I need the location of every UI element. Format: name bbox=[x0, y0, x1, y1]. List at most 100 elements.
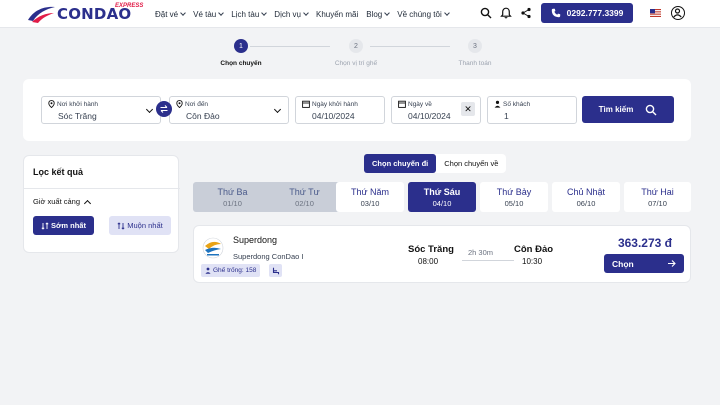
chevron-down-icon bbox=[145, 105, 154, 114]
logo-express-text: EXPRESS bbox=[115, 2, 144, 9]
close-icon: ✕ bbox=[464, 103, 472, 114]
search-button[interactable]: Tìm kiếm bbox=[582, 96, 674, 123]
passenger-value: 1 bbox=[504, 111, 509, 121]
search-button-label: Tìm kiếm bbox=[598, 105, 634, 114]
departure-time-group-toggle[interactable]: Giờ xuất cảng bbox=[33, 197, 92, 207]
step-1-circle: 1 bbox=[234, 39, 248, 53]
date-tab-date: 01/10 bbox=[223, 198, 242, 208]
swap-route-button[interactable] bbox=[156, 101, 172, 117]
sort-earliest-button[interactable]: Sớm nhất bbox=[33, 216, 94, 235]
nav-label: Dịch vụ bbox=[274, 9, 301, 19]
duration-line bbox=[462, 260, 514, 261]
date-tab-date: 05/10 bbox=[504, 198, 524, 208]
date-tab[interactable]: Thứ Tư 02/10 bbox=[265, 182, 344, 212]
hotline-button[interactable]: 0292.777.3399 bbox=[541, 3, 633, 23]
date-tab[interactable]: Thứ Bảy 05/10 bbox=[480, 182, 548, 212]
share-icon[interactable] bbox=[520, 7, 532, 19]
sort-icon bbox=[41, 221, 49, 230]
nav-blog[interactable]: Blog bbox=[366, 9, 391, 19]
filter-title: Lọc kết quả bbox=[33, 167, 84, 177]
search-icon[interactable] bbox=[480, 7, 492, 19]
choose-label: Chọn bbox=[612, 258, 634, 269]
departure-label: Nơi khởi hành bbox=[57, 100, 99, 108]
date-tab-day: Thứ Sáu bbox=[423, 186, 461, 197]
date-tab[interactable]: Thứ Năm 03/10 bbox=[336, 182, 404, 212]
sort-icon bbox=[117, 221, 125, 230]
nav-ve-chung-toi[interactable]: Về chúng tôi bbox=[397, 9, 450, 19]
nav-dat-ve[interactable]: Đặt vé bbox=[155, 9, 186, 19]
step-2-label: Chọn vị trí ghế bbox=[334, 60, 378, 67]
tab-outbound[interactable]: Chọn chuyến đi bbox=[364, 154, 437, 173]
divider bbox=[24, 188, 180, 189]
departure-port-name: Sóc Trăng bbox=[408, 244, 454, 255]
nav-label: Khuyến mãi bbox=[315, 9, 359, 19]
amenity-badge bbox=[269, 264, 282, 277]
departure-value: Sóc Trăng bbox=[58, 111, 97, 121]
user-icon bbox=[673, 8, 682, 18]
logo-swoosh-icon bbox=[28, 6, 55, 23]
date-tab[interactable]: Thứ Ba 01/10 bbox=[193, 182, 272, 212]
trip-card: Superdong Superdong ConDao I Ghế trống: … bbox=[193, 225, 691, 283]
clear-return-date-button[interactable]: ✕ bbox=[461, 102, 475, 116]
chevron-up-icon bbox=[83, 199, 92, 207]
us-flag-icon[interactable] bbox=[650, 9, 661, 17]
destination-value: Côn Đảo bbox=[186, 111, 220, 121]
chevron-down-icon bbox=[218, 10, 225, 16]
date-tab-day: Chủ Nhật bbox=[566, 186, 606, 197]
passenger-count-field[interactable]: Số khách 1 bbox=[487, 96, 577, 124]
step-2-circle: 2 bbox=[349, 39, 363, 53]
date-tab[interactable]: Chủ Nhật 06/10 bbox=[552, 182, 620, 212]
available-seats-text: Ghế trống: 158 bbox=[213, 267, 257, 274]
nav-lich-tau[interactable]: Lịch tàu bbox=[231, 10, 268, 19]
date-tab-day: Thứ Tư bbox=[289, 186, 320, 197]
choose-trip-button[interactable]: Chọn bbox=[604, 254, 684, 273]
date-tab-day: Thứ Bảy bbox=[496, 186, 532, 197]
nav-khuyen-mai[interactable]: Khuyến mãi bbox=[316, 10, 358, 19]
date-tab-date: 04/10 bbox=[432, 198, 452, 208]
chevron-down-icon bbox=[384, 10, 391, 16]
nav-ve-tau[interactable]: Vé tàu bbox=[193, 9, 225, 19]
nav-label: Blog bbox=[366, 9, 383, 19]
step-3-circle: 3 bbox=[468, 39, 482, 53]
user-account-icon[interactable] bbox=[671, 6, 685, 20]
nav-label: Về chúng tôi bbox=[397, 9, 442, 19]
calendar-icon bbox=[302, 100, 310, 108]
departure-port-select[interactable]: Nơi khởi hành Sóc Trăng bbox=[41, 96, 161, 124]
search-icon bbox=[646, 104, 657, 115]
bell-icon[interactable] bbox=[500, 7, 512, 19]
chevron-down-icon bbox=[443, 10, 450, 16]
trip-price: 363.273 đ bbox=[617, 236, 672, 250]
date-tab-date: 07/10 bbox=[648, 198, 667, 208]
departure-time: 08:00 bbox=[418, 257, 439, 266]
step-3-label: Thanh toán bbox=[458, 60, 492, 67]
departure-date-field[interactable]: Ngày khởi hành 04/10/2024 bbox=[295, 96, 385, 124]
destination-port-select[interactable]: Nơi đến Côn Đảo bbox=[169, 96, 289, 124]
logo[interactable]: EXPRESS CONDAO bbox=[26, 2, 143, 26]
seat-icon bbox=[272, 267, 279, 274]
top-header: EXPRESS CONDAO Đặt vé Vé tàu Lịch tàu Dị… bbox=[0, 0, 720, 28]
date-tab-date: 03/10 bbox=[360, 198, 380, 208]
nav-label: Vé tàu bbox=[193, 9, 217, 19]
vessel-name: Superdong ConDao I bbox=[233, 252, 304, 261]
departure-date-label: Ngày khởi hành bbox=[312, 100, 358, 108]
sort-latest-button[interactable]: Muộn nhất bbox=[109, 216, 171, 235]
date-tab-day: Thứ Năm bbox=[350, 186, 390, 197]
calendar-icon bbox=[398, 100, 406, 108]
nav-dich-vu[interactable]: Dịch vụ bbox=[274, 9, 309, 19]
available-seats-badge: Ghế trống: 158 bbox=[201, 264, 261, 277]
date-tab-day: Thứ Ba bbox=[217, 186, 248, 197]
arrival-port-name: Côn Đảo bbox=[514, 244, 554, 255]
date-tab[interactable]: Thứ Hai 07/10 bbox=[624, 182, 691, 212]
filter-panel: Lọc kết quả Giờ xuất cảng Sớm nhất Muộn … bbox=[23, 155, 180, 253]
departure-time-group-label: Giờ xuất cảng bbox=[33, 197, 81, 206]
phone-icon bbox=[551, 8, 560, 18]
nav-label: Đặt vé bbox=[155, 9, 179, 19]
tab-return[interactable]: Chọn chuyến về bbox=[436, 154, 506, 173]
arrival-time: 10:30 bbox=[522, 257, 543, 266]
step-1-label: Chọn chuyến bbox=[220, 60, 262, 67]
date-tab-selected[interactable]: Thứ Sáu 04/10 bbox=[408, 182, 476, 212]
location-pin-icon bbox=[176, 100, 183, 108]
date-tab-date: 02/10 bbox=[295, 198, 314, 208]
passenger-label: Số khách bbox=[503, 100, 531, 108]
hotline-number: 0292.777.3399 bbox=[566, 8, 624, 18]
